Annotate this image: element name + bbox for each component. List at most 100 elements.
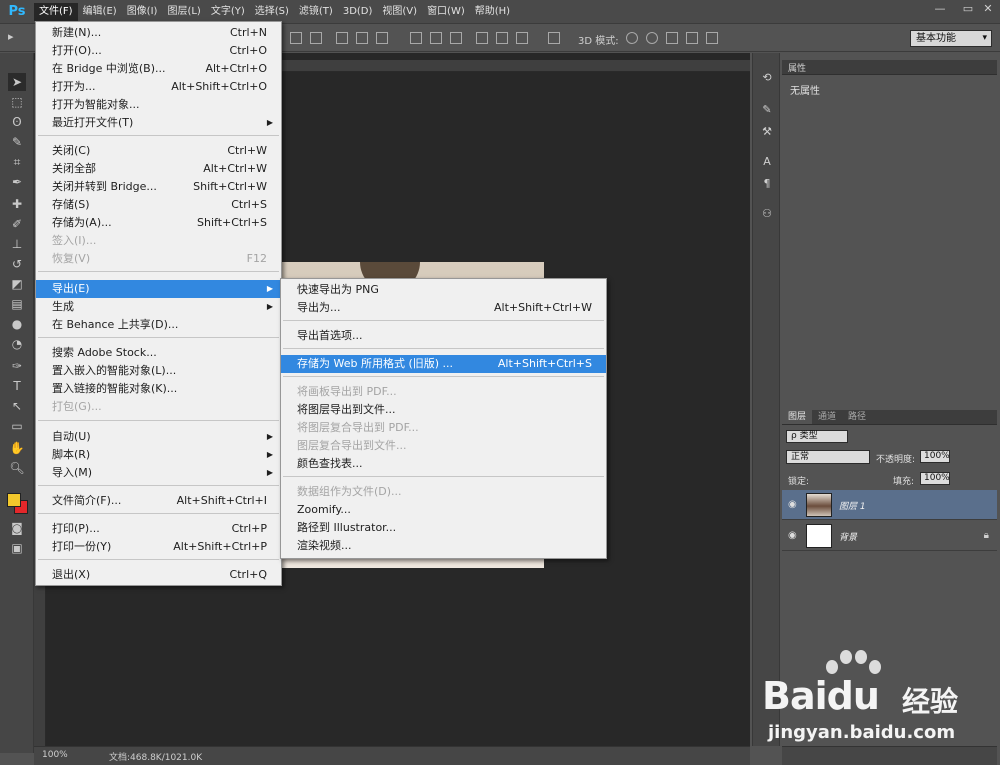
- 3d-slide-icon[interactable]: [686, 32, 698, 44]
- menu-item-browse-bridge[interactable]: 在 Bridge 中浏览(B)... Alt+Ctrl+O: [36, 60, 281, 78]
- layer-filter-select[interactable]: ρ 类型: [786, 430, 848, 443]
- 3d-scale-icon[interactable]: [706, 32, 718, 44]
- 3d-rotate-icon[interactable]: [626, 32, 638, 44]
- clone-stamp-tool-icon[interactable]: ⊥: [8, 235, 26, 253]
- distribute-bottom-icon[interactable]: [450, 32, 462, 44]
- foreground-color-swatch[interactable]: [7, 493, 21, 507]
- distribute-hcenter-icon[interactable]: [496, 32, 508, 44]
- screen-mode-icon[interactable]: ▣: [8, 539, 26, 557]
- blend-mode-select[interactable]: 正常: [786, 450, 870, 464]
- menu-layer[interactable]: 图层(L): [162, 3, 205, 21]
- menu-3d[interactable]: 3D(D): [338, 3, 378, 21]
- gradient-tool-icon[interactable]: ▤: [8, 295, 26, 313]
- menu-item-place-linked[interactable]: 置入链接的智能对象(K)...: [36, 380, 281, 398]
- zoom-level[interactable]: 100%: [42, 750, 68, 760]
- healing-brush-tool-icon[interactable]: ✚: [8, 195, 26, 213]
- visibility-eye-icon[interactable]: ◉: [788, 530, 797, 541]
- menu-item-search-stock[interactable]: 搜索 Adobe Stock...: [36, 344, 281, 362]
- layer-name[interactable]: 背景: [839, 530, 857, 543]
- quick-mask-icon[interactable]: ◙: [8, 519, 26, 537]
- menu-item-export[interactable]: 导出(E) ▶: [36, 280, 281, 298]
- zoom-tool-icon[interactable]: 🔍︎: [8, 459, 26, 477]
- menu-item-automate[interactable]: 自动(U) ▶: [36, 428, 281, 446]
- menu-filter[interactable]: 滤镜(T): [294, 3, 338, 21]
- menu-item-close[interactable]: 关闭(C) Ctrl+W: [36, 142, 281, 160]
- crop-tool-icon[interactable]: ⌗: [8, 153, 26, 171]
- menu-item-save[interactable]: 存储(S) Ctrl+S: [36, 196, 281, 214]
- menu-view[interactable]: 视图(V): [377, 3, 422, 21]
- layer-name[interactable]: 图层 1: [839, 499, 866, 512]
- layer-row[interactable]: ◉ 背景 🔒︎: [782, 521, 997, 551]
- menu-item-exit[interactable]: 退出(X) Ctrl+Q: [36, 566, 281, 584]
- lasso-tool-icon[interactable]: ʘ: [8, 113, 26, 131]
- close-button[interactable]: ✕: [974, 0, 1000, 18]
- dodge-tool-icon[interactable]: ◔: [8, 335, 26, 353]
- path-select-tool-icon[interactable]: ↖: [8, 397, 26, 415]
- tab-layers[interactable]: 图层: [782, 410, 813, 424]
- eyedropper-tool-icon[interactable]: ✒: [8, 173, 26, 191]
- opacity-input[interactable]: 100%: [920, 450, 950, 463]
- menu-item-scripts[interactable]: 脚本(R) ▶: [36, 446, 281, 464]
- clone-source-icon[interactable]: ⚇: [758, 205, 776, 223]
- menu-item-place-embedded[interactable]: 置入嵌入的智能对象(L)...: [36, 362, 281, 380]
- menu-type[interactable]: 文字(Y): [206, 3, 250, 21]
- tab-paths[interactable]: 路径: [842, 410, 872, 424]
- brush-presets-icon[interactable]: ⚒: [758, 123, 776, 141]
- history-panel-icon[interactable]: ⟲: [758, 69, 776, 87]
- menu-item-recent-files[interactable]: 最近打开文件(T) ▶: [36, 114, 281, 132]
- menu-item-close-go-bridge[interactable]: 关闭并转到 Bridge... Shift+Ctrl+W: [36, 178, 281, 196]
- align-bottom-icon[interactable]: [336, 32, 348, 44]
- paragraph-panel-icon[interactable]: ¶: [758, 175, 776, 193]
- menu-item-export-as[interactable]: 导出为... Alt+Shift+Ctrl+W: [281, 299, 606, 317]
- visibility-eye-icon[interactable]: ◉: [788, 499, 797, 510]
- menu-item-layers-to-files[interactable]: 将图层导出到文件...: [281, 401, 606, 419]
- menu-item-print-one[interactable]: 打印一份(Y) Alt+Shift+Ctrl+P: [36, 538, 281, 556]
- menu-help[interactable]: 帮助(H): [470, 3, 515, 21]
- quick-select-tool-icon[interactable]: ✎: [8, 133, 26, 151]
- menu-select[interactable]: 选择(S): [250, 3, 294, 21]
- distribute-vcenter-icon[interactable]: [430, 32, 442, 44]
- pen-tool-icon[interactable]: ✑: [8, 357, 26, 375]
- eraser-tool-icon[interactable]: ◩: [8, 275, 26, 293]
- menu-window[interactable]: 窗口(W): [422, 3, 470, 21]
- properties-tab[interactable]: 属性: [782, 60, 997, 75]
- menu-item-paths-to-illustrator[interactable]: 路径到 Illustrator...: [281, 519, 606, 537]
- align-hcenter-icon[interactable]: [376, 32, 388, 44]
- character-panel-icon[interactable]: A: [758, 153, 776, 171]
- align-vcenter-icon[interactable]: [310, 32, 322, 44]
- move-tool-preset-icon[interactable]: ▸: [8, 30, 20, 43]
- layer-row[interactable]: ◉ 图层 1: [782, 490, 997, 520]
- brush-tool-icon[interactable]: ✐: [8, 215, 26, 233]
- move-tool-icon[interactable]: ➤: [8, 73, 26, 91]
- hand-tool-icon[interactable]: ✋: [8, 439, 26, 457]
- auto-align-icon[interactable]: [548, 32, 560, 44]
- menu-item-open-as[interactable]: 打开为... Alt+Shift+Ctrl+O: [36, 78, 281, 96]
- shape-tool-icon[interactable]: ▭: [8, 417, 26, 435]
- menu-item-save-for-web[interactable]: 存储为 Web 所用格式 (旧版) ... Alt+Shift+Ctrl+S: [281, 355, 606, 373]
- distribute-left-icon[interactable]: [476, 32, 488, 44]
- menu-item-render-video[interactable]: 渲染视频...: [281, 537, 606, 555]
- menu-item-quick-export-png[interactable]: 快速导出为 PNG: [281, 281, 606, 299]
- menu-item-export-preferences[interactable]: 导出首选项...: [281, 327, 606, 345]
- minimize-button[interactable]: —: [926, 0, 954, 18]
- menu-edit[interactable]: 编辑(E): [78, 3, 122, 21]
- brush-panel-icon[interactable]: ✎: [758, 101, 776, 119]
- align-top-icon[interactable]: [290, 32, 302, 44]
- tab-channels[interactable]: 通道: [812, 410, 842, 424]
- menu-item-generate[interactable]: 生成 ▶: [36, 298, 281, 316]
- menu-item-save-as[interactable]: 存储为(A)... Shift+Ctrl+S: [36, 214, 281, 232]
- workspace-select[interactable]: 基本功能: [910, 30, 992, 47]
- menu-item-share-behance[interactable]: 在 Behance 上共享(D)...: [36, 316, 281, 334]
- menu-item-import[interactable]: 导入(M) ▶: [36, 464, 281, 482]
- menu-item-file-info[interactable]: 文件简介(F)... Alt+Shift+Ctrl+I: [36, 492, 281, 510]
- menu-image[interactable]: 图像(I): [122, 3, 163, 21]
- menu-file[interactable]: 文件(F): [34, 3, 78, 21]
- marquee-tool-icon[interactable]: ⬚: [8, 93, 26, 111]
- fill-input[interactable]: 100%: [920, 472, 950, 485]
- menu-item-print[interactable]: 打印(P)... Ctrl+P: [36, 520, 281, 538]
- 3d-roll-icon[interactable]: [646, 32, 658, 44]
- type-tool-icon[interactable]: T: [8, 377, 26, 395]
- history-brush-tool-icon[interactable]: ↺: [8, 255, 26, 273]
- 3d-pan-icon[interactable]: [666, 32, 678, 44]
- menu-item-open[interactable]: 打开(O)... Ctrl+O: [36, 42, 281, 60]
